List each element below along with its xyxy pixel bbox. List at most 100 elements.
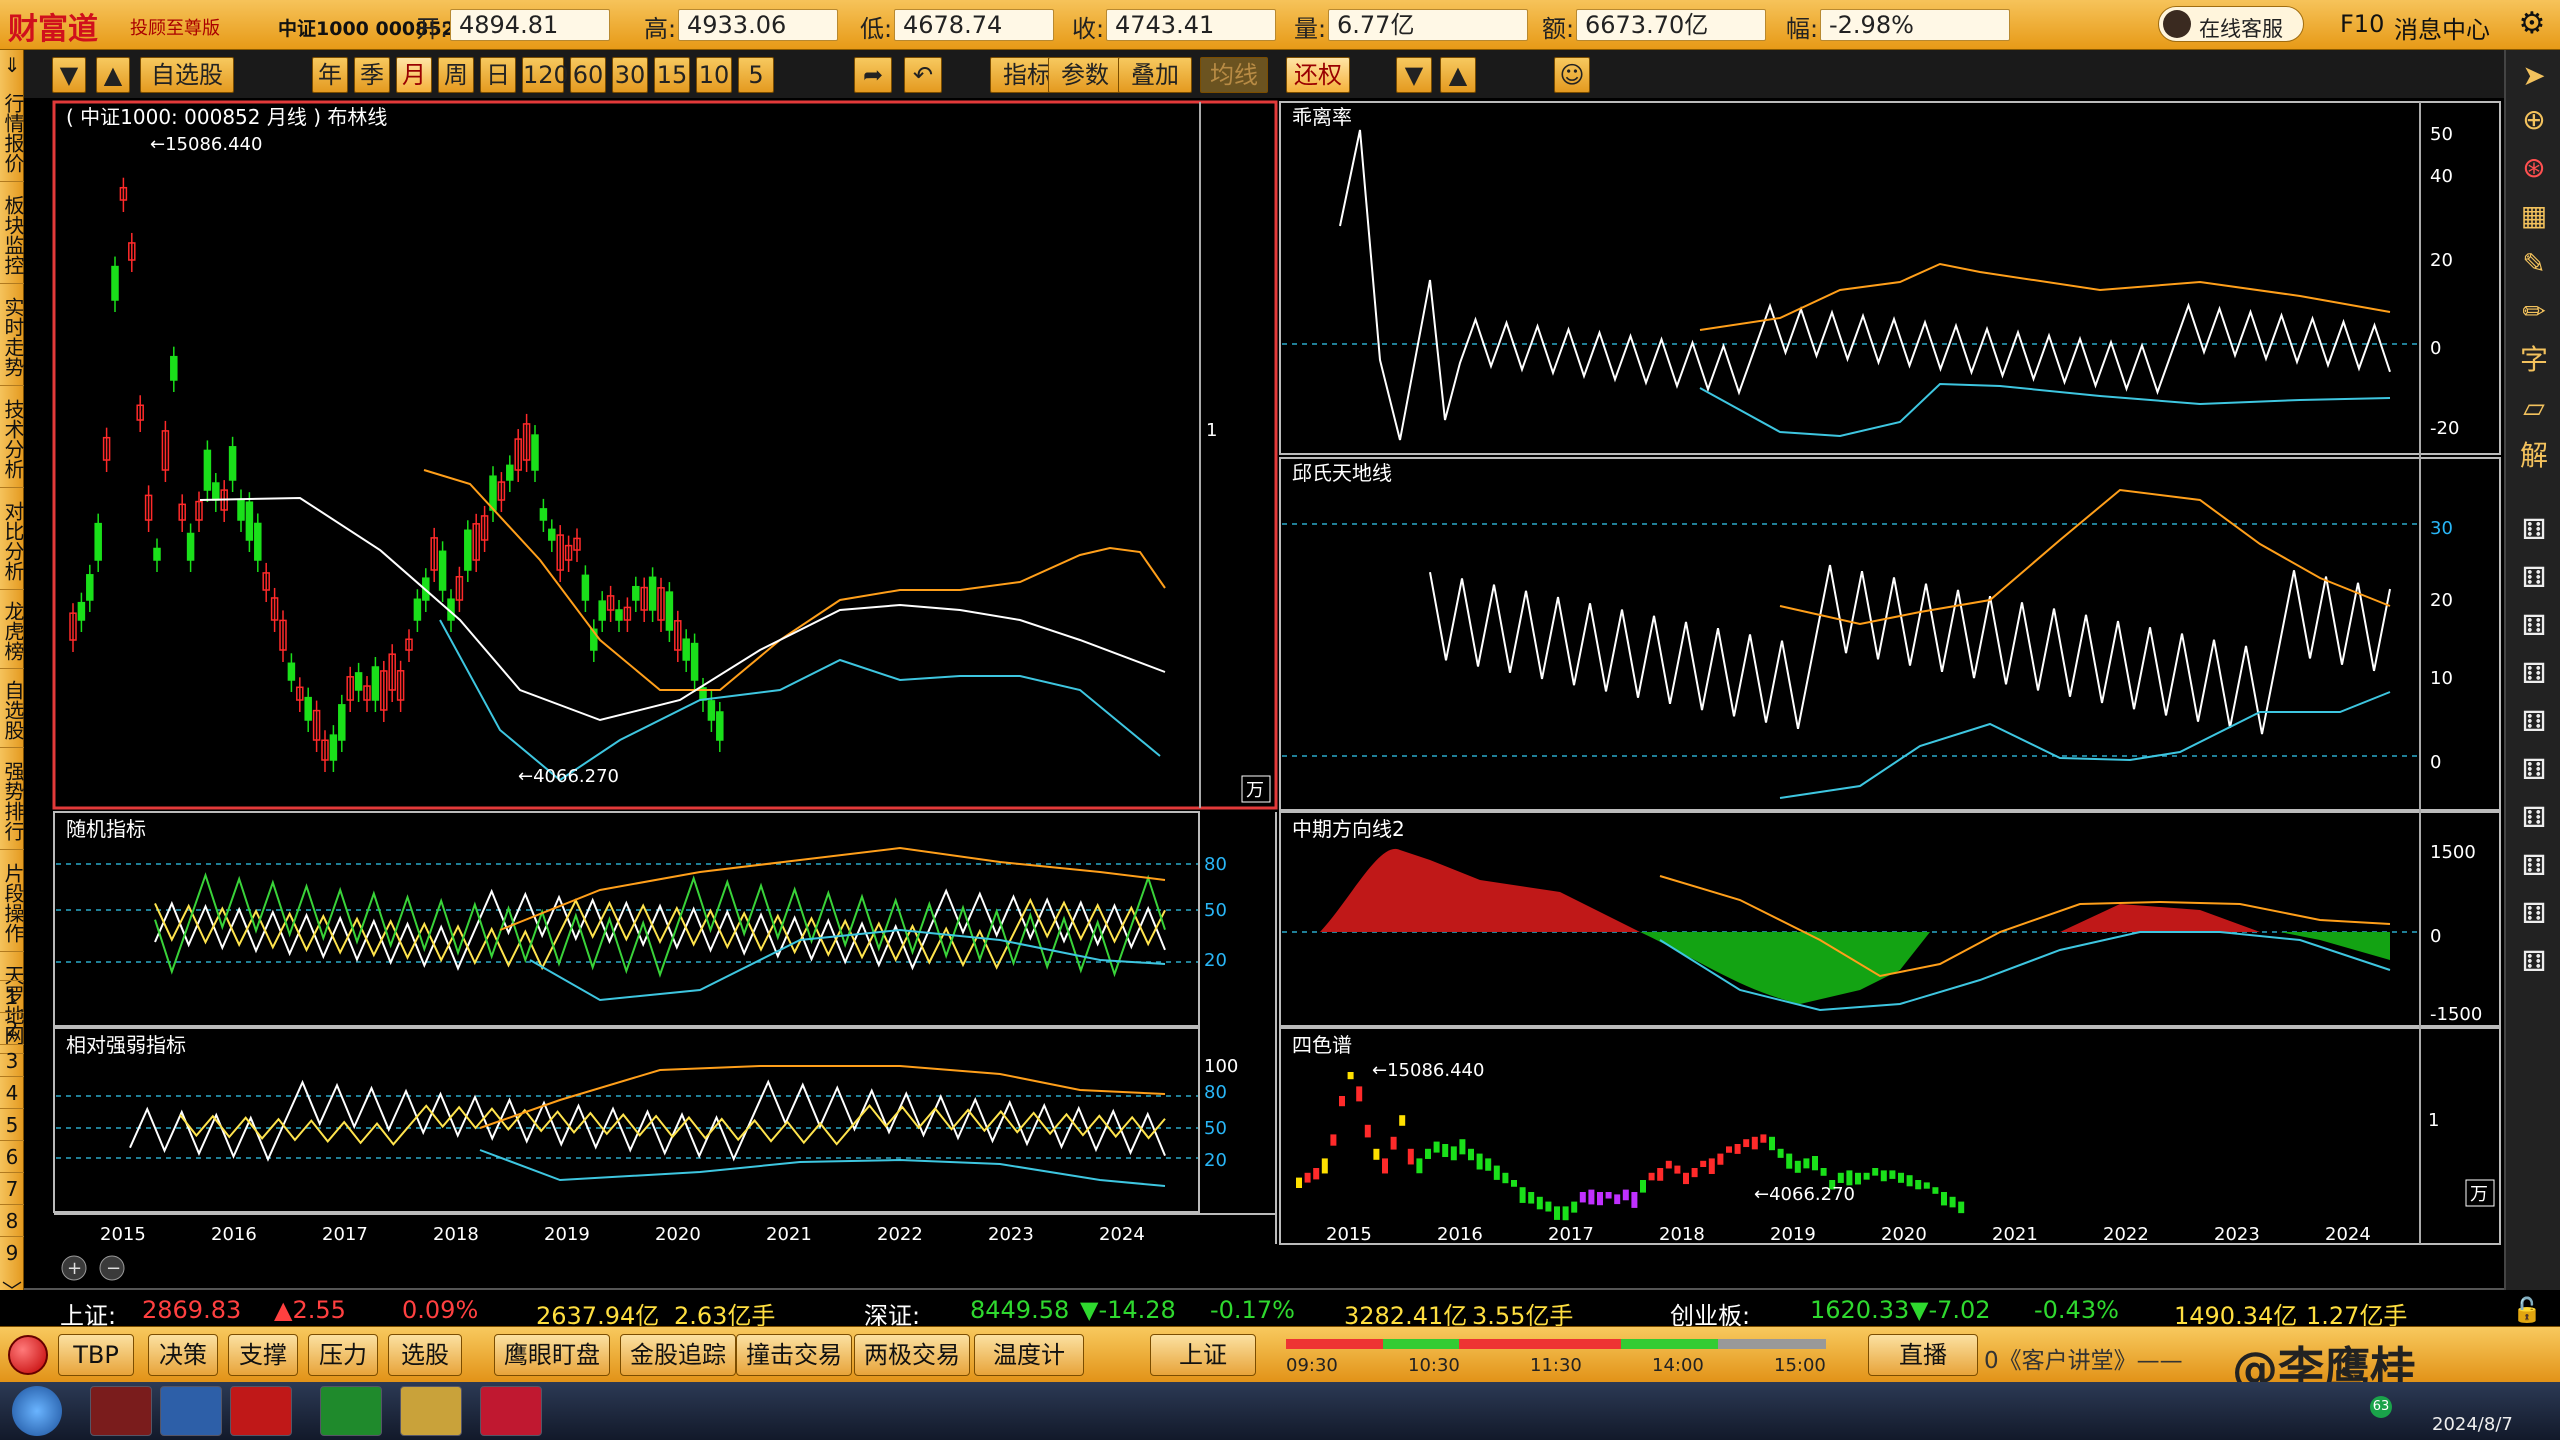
start-orb-icon[interactable]: [8, 1335, 48, 1375]
grid-icon[interactable]: ▦: [2514, 196, 2554, 236]
dice-icon[interactable]: ⚅: [2514, 846, 2554, 886]
nav-item[interactable]: 龙虎榜: [0, 590, 25, 669]
period-button[interactable]: 120: [522, 57, 569, 93]
period-button[interactable]: 5: [738, 57, 774, 93]
online-service-button[interactable]: 在线客服: [2158, 6, 2304, 42]
cursor-icon[interactable]: ➤: [2514, 56, 2554, 96]
function-button[interactable]: 压力: [308, 1334, 378, 1376]
pen-icon[interactable]: ✎: [2514, 244, 2554, 284]
taskbar-app-red-icon[interactable]: [230, 1386, 292, 1436]
collapse-arrow-icon[interactable]: ⇓: [0, 54, 24, 77]
taskbar-app-browser-icon[interactable]: [320, 1386, 382, 1436]
period-button[interactable]: 月: [396, 57, 432, 93]
dice-icon[interactable]: ⚅: [2514, 510, 2554, 550]
taskbar-app-wh6-icon[interactable]: [480, 1386, 542, 1436]
four-color-bar: [1450, 1146, 1457, 1161]
dice-icon[interactable]: ⚅: [2514, 894, 2554, 934]
dice-icon[interactable]: ⚅: [2514, 654, 2554, 694]
nav-number[interactable]: 6: [0, 1140, 24, 1172]
self-select-button[interactable]: 自选股: [140, 57, 234, 93]
function-button[interactable]: 支撑: [228, 1334, 298, 1376]
candle-body: [665, 591, 674, 631]
rsi-line-2: [179, 1103, 1166, 1146]
arrow-up-icon[interactable]: ▲: [1440, 57, 1476, 93]
nav-item[interactable]: 对比分析: [0, 488, 25, 590]
function-button[interactable]: 选股: [388, 1334, 462, 1376]
period-button[interactable]: 10: [696, 57, 732, 93]
nav-item[interactable]: 自选股: [0, 669, 25, 748]
text-icon[interactable]: 字: [2514, 340, 2554, 380]
f10-button[interactable]: F10: [2340, 10, 2384, 38]
candle-body: [464, 529, 472, 571]
dice-icon[interactable]: ⚅: [2514, 558, 2554, 598]
nav-number[interactable]: 5: [0, 1108, 24, 1140]
live-button[interactable]: 直播: [1868, 1334, 1978, 1376]
portrait-icon[interactable]: ☺: [1554, 57, 1590, 93]
period-button[interactable]: 15: [654, 57, 690, 93]
nav-number[interactable]: 1: [0, 980, 24, 1012]
tray-badge[interactable]: 63: [2370, 1396, 2392, 1418]
nav-item[interactable]: 实时走势: [0, 284, 25, 386]
crosshair-icon[interactable]: ⊕: [2514, 100, 2554, 140]
nav-item[interactable]: 行情报价: [0, 80, 25, 182]
nav-item[interactable]: 技术分析: [0, 386, 25, 488]
function-button[interactable]: 金股追踪: [620, 1334, 736, 1376]
function-button[interactable]: 决策: [148, 1334, 218, 1376]
nav-number[interactable]: 2: [0, 1012, 24, 1044]
forward-arrow-icon[interactable]: ➦: [854, 57, 892, 93]
nav-number[interactable]: 9: [0, 1236, 24, 1268]
arrow-up-icon[interactable]: ▲: [96, 57, 130, 93]
period-button[interactable]: 季: [354, 57, 390, 93]
high-price-label: ←15086.440: [150, 134, 262, 155]
explain-icon[interactable]: 解: [2514, 436, 2554, 476]
settings-gear-icon[interactable]: ⚙: [2512, 6, 2552, 44]
nav-item[interactable]: 强势排行: [0, 748, 25, 850]
arrow-down-icon[interactable]: ▼: [1396, 57, 1432, 93]
toolbar-button[interactable]: 均线: [1200, 57, 1268, 93]
function-button[interactable]: 两极交易: [854, 1334, 970, 1376]
four-color-bar: [1700, 1160, 1707, 1168]
nav-number[interactable]: 7: [0, 1172, 24, 1204]
windows-start-icon[interactable]: [12, 1386, 62, 1436]
market-shanghai-button[interactable]: 上证: [1150, 1334, 1256, 1376]
taskbar-app-cards-icon[interactable]: [90, 1386, 152, 1436]
dice-icon[interactable]: ⚅: [2514, 750, 2554, 790]
dice-icon[interactable]: ⚅: [2514, 606, 2554, 646]
nav-item[interactable]: 片段操作: [0, 850, 25, 952]
nav-number[interactable]: 4: [0, 1076, 24, 1108]
taskbar-app-chart-icon[interactable]: [160, 1386, 222, 1436]
eraser-icon[interactable]: ▱: [2514, 388, 2554, 428]
dice-icon[interactable]: ⚅: [2514, 702, 2554, 742]
message-center-button[interactable]: 消息中心: [2394, 10, 2490, 45]
period-button[interactable]: 日: [480, 57, 516, 93]
arrow-down-icon[interactable]: ▼: [52, 57, 86, 93]
dice-icon[interactable]: ⚅: [2514, 798, 2554, 838]
function-button[interactable]: 温度计: [974, 1334, 1084, 1376]
toolbar-button[interactable]: 还权: [1286, 57, 1350, 93]
period-button[interactable]: 60: [570, 57, 606, 93]
low-price-label: ←4066.270: [518, 766, 619, 787]
toolbar-button[interactable]: 叠加: [1118, 57, 1192, 93]
period-button[interactable]: 年: [312, 57, 348, 93]
back-arrow-icon[interactable]: ↶: [904, 57, 942, 93]
four-color-bar: [1545, 1201, 1552, 1212]
function-button[interactable]: 撞击交易: [736, 1334, 852, 1376]
four-color-bar: [1923, 1182, 1930, 1189]
pencil-icon[interactable]: ✏: [2514, 292, 2554, 332]
period-button[interactable]: 周: [438, 57, 474, 93]
function-button[interactable]: 鹰眼盯盘: [494, 1334, 610, 1376]
dice-icon[interactable]: ⚅: [2514, 942, 2554, 982]
chevron-down-icon[interactable]: ﹀: [0, 1280, 24, 1303]
period-button[interactable]: 30: [612, 57, 648, 93]
year-tick: 2022: [877, 1224, 923, 1245]
nav-number[interactable]: 3: [0, 1044, 24, 1076]
lock-icon[interactable]: 🔓: [2512, 1296, 2542, 1324]
sz-change: ▼-14.28: [1080, 1296, 1176, 1324]
nav-item[interactable]: 板块监控: [0, 182, 25, 284]
toolbar-button[interactable]: 参数: [1048, 57, 1122, 93]
nav-number[interactable]: 8: [0, 1204, 24, 1236]
kdj-title: 随机指标: [66, 817, 146, 841]
target-icon[interactable]: ⊛: [2514, 148, 2554, 188]
taskbar-app-portrait-icon[interactable]: [400, 1386, 462, 1436]
function-button[interactable]: TBP: [58, 1334, 134, 1376]
